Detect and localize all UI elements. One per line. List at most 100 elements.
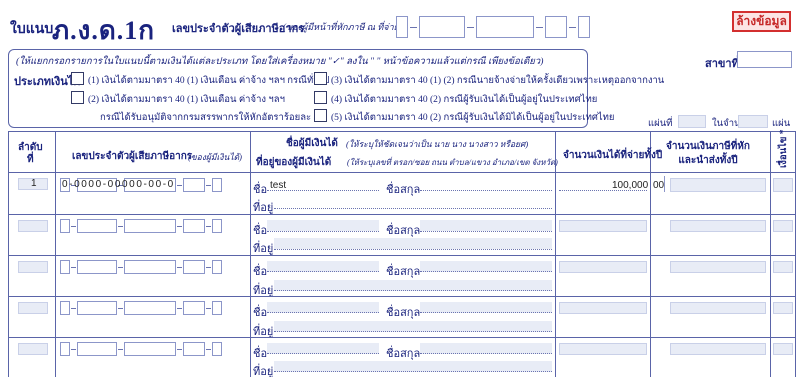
row-seq-field[interactable] xyxy=(18,220,48,232)
amount-field[interactable] xyxy=(559,261,647,273)
separator-dash xyxy=(206,226,211,227)
payer-taxid-field[interactable] xyxy=(396,16,596,38)
taxid-group[interactable] xyxy=(183,260,205,274)
taxid-digit[interactable] xyxy=(212,178,222,192)
tax-amount-field[interactable] xyxy=(670,220,766,232)
condition-field[interactable] xyxy=(773,220,793,232)
tax-amount-field[interactable] xyxy=(670,302,766,314)
income-type-1-label: (1) เงินได้ตามมาตรา 40 (1) เงินเดือน ค่า… xyxy=(88,76,330,86)
last-name-input[interactable] xyxy=(420,343,552,354)
taxid-group[interactable] xyxy=(77,301,117,315)
address-input[interactable] xyxy=(274,280,552,291)
first-name-input[interactable] xyxy=(267,261,379,272)
taxid-group[interactable] xyxy=(124,219,176,233)
tax-amount-field[interactable] xyxy=(670,261,766,273)
amount-field[interactable] xyxy=(559,302,647,314)
amount-satang-value[interactable]: 00 xyxy=(653,180,664,191)
address-input[interactable] xyxy=(274,361,552,372)
row-divider xyxy=(8,214,796,215)
payer-taxid-digit[interactable] xyxy=(578,16,590,38)
row-taxid-field[interactable] xyxy=(60,219,246,233)
tax-amount-field[interactable] xyxy=(670,178,766,192)
payer-taxid-group[interactable] xyxy=(476,16,534,38)
first-name-label: ชื่อ xyxy=(253,348,268,360)
condition-field[interactable] xyxy=(773,178,793,192)
last-name-input[interactable] xyxy=(420,231,552,232)
income-type-2-sublabel: กรณีได้รับอนุมัติจากกรมสรรพากรให้หักอัตร… xyxy=(100,113,319,123)
taxid-digit[interactable] xyxy=(60,301,70,315)
condition-field[interactable] xyxy=(773,261,793,273)
amount-field[interactable] xyxy=(559,220,647,232)
row-seq-field[interactable] xyxy=(18,302,48,314)
condition-field[interactable] xyxy=(773,302,793,314)
income-type-4-checkbox[interactable] xyxy=(314,91,327,104)
taxid-group[interactable] xyxy=(183,301,205,315)
separator-dash xyxy=(410,27,417,28)
first-name-input[interactable] xyxy=(267,343,379,354)
amount-field[interactable] xyxy=(559,343,647,355)
taxid-digit[interactable] xyxy=(212,301,222,315)
taxid-group[interactable] xyxy=(183,178,205,192)
row-taxid-field[interactable]: 0-0000-00000-00-0 xyxy=(60,178,246,192)
taxid-digit[interactable] xyxy=(60,219,70,233)
address-input[interactable] xyxy=(274,208,552,209)
payer-taxid-group[interactable] xyxy=(545,16,567,38)
row-taxid-field[interactable] xyxy=(60,260,246,274)
taxid-group[interactable] xyxy=(77,260,117,274)
amount-field xyxy=(559,190,647,191)
taxid-group[interactable] xyxy=(183,219,205,233)
last-name-input[interactable] xyxy=(420,261,552,272)
separator-dash xyxy=(118,308,123,309)
last-name-input[interactable] xyxy=(420,190,552,191)
separator-dash xyxy=(71,349,76,350)
taxid-digit[interactable] xyxy=(212,342,222,356)
branch-number-field[interactable] xyxy=(737,51,792,68)
header-divider xyxy=(8,172,796,173)
income-type-1-checkbox[interactable] xyxy=(71,72,84,85)
sheet-total-field[interactable] xyxy=(738,115,768,128)
row-taxid-value: 0-0000-00000-00-0 xyxy=(62,179,175,190)
income-type-3-checkbox[interactable] xyxy=(314,72,327,85)
taxid-digit[interactable] xyxy=(60,342,70,356)
income-type-5-checkbox[interactable] xyxy=(314,109,327,122)
address-label: ที่อยู่ xyxy=(253,366,274,377)
row-taxid-field[interactable] xyxy=(60,342,246,356)
taxid-group[interactable] xyxy=(124,260,176,274)
payer-taxid-digit[interactable] xyxy=(396,16,408,38)
col-sep xyxy=(770,131,771,377)
row-taxid-field[interactable] xyxy=(60,301,246,315)
first-name-input[interactable] xyxy=(267,302,379,313)
separator-dash xyxy=(177,267,182,268)
taxid-digit[interactable] xyxy=(212,219,222,233)
taxid-digit[interactable] xyxy=(60,260,70,274)
address-input[interactable] xyxy=(274,321,552,332)
col-seq-header: ลำดับ ที่ xyxy=(18,142,43,165)
separator-dash xyxy=(177,349,182,350)
last-name-input[interactable] xyxy=(420,302,552,313)
first-name-value: test xyxy=(270,180,287,191)
taxid-group[interactable] xyxy=(124,342,176,356)
sheet-number-field[interactable] xyxy=(678,115,706,128)
taxid-group[interactable] xyxy=(183,342,205,356)
row-seq-field[interactable] xyxy=(18,261,48,273)
col-sep xyxy=(650,131,651,377)
separator-dash xyxy=(206,267,211,268)
payer-taxid-group[interactable] xyxy=(419,16,465,38)
first-name-label: ชื่อ xyxy=(253,307,268,319)
separator-dash xyxy=(118,226,123,227)
col-sep xyxy=(55,131,56,377)
first-name-fill xyxy=(267,220,379,231)
taxid-digit[interactable] xyxy=(212,260,222,274)
income-type-2-checkbox[interactable] xyxy=(71,91,84,104)
tax-amount-field[interactable] xyxy=(670,343,766,355)
taxid-group[interactable] xyxy=(77,342,117,356)
satang-sep xyxy=(664,176,665,192)
address-input[interactable] xyxy=(274,249,552,250)
income-type-4-label: (4) เงินได้ตามมาตรา 40 (2) กรณีผู้รับเงิ… xyxy=(331,95,598,105)
clear-data-button[interactable]: ล้างข้อมูล xyxy=(732,11,791,32)
first-name-input[interactable] xyxy=(267,231,379,232)
row-seq-field[interactable] xyxy=(18,343,48,355)
condition-field[interactable] xyxy=(773,343,793,355)
taxid-group[interactable] xyxy=(124,301,176,315)
taxid-group[interactable] xyxy=(77,219,117,233)
